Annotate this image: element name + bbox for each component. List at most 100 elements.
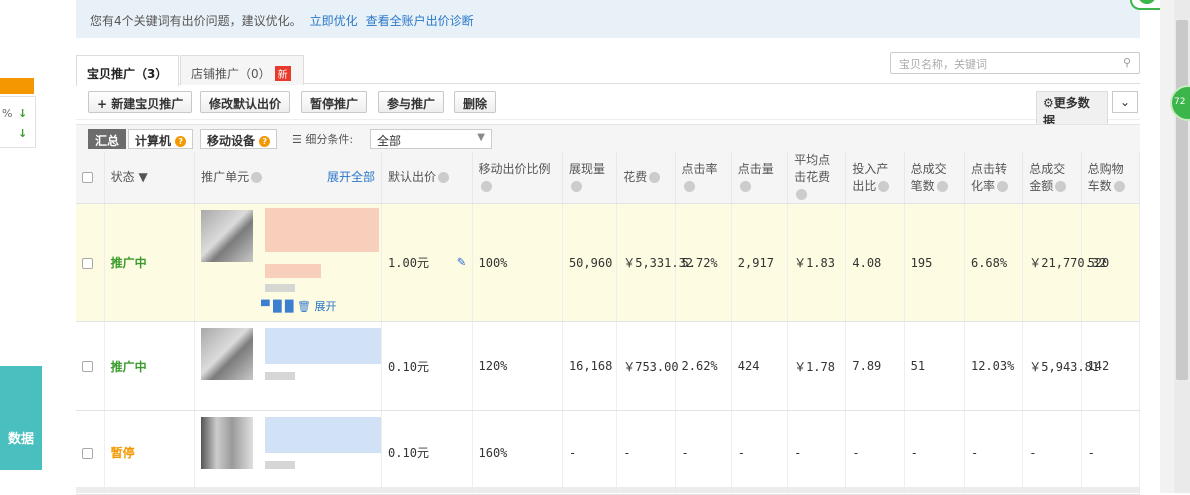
- segment-pc[interactable]: 计算机 ?: [128, 129, 194, 149]
- help-icon[interactable]: [251, 172, 263, 183]
- tab-bar: 宝贝推广（3） 店铺推广（0）新 宝贝名称，关键词 ⚲: [76, 52, 1140, 86]
- floating-badge-number: 72: [1174, 97, 1186, 107]
- avg-cpc-header[interactable]: 平均点击花费: [787, 152, 847, 204]
- bid-diagnosis-link[interactable]: 查看全账户出价诊断: [366, 14, 474, 28]
- help-icon[interactable]: [796, 189, 808, 200]
- trash-icon[interactable]: 🗑: [297, 300, 311, 313]
- pause-promotion-button[interactable]: 暂停推广: [301, 91, 368, 113]
- help-icon[interactable]: [936, 180, 948, 192]
- cart-value: -: [1087, 445, 1095, 460]
- status-header[interactable]: 状态 ▼: [104, 152, 196, 204]
- ctr-cell: 2.62%: [675, 321, 732, 411]
- segment-mobile[interactable]: 移动设备 ?: [200, 129, 278, 149]
- condition-label: ☰ 细分条件:: [292, 131, 353, 147]
- ratio-cell: 160%: [472, 410, 563, 495]
- cart-value: 142: [1087, 359, 1110, 373]
- caret-down-icon: ▼: [138, 170, 148, 184]
- mobile-ratio-header[interactable]: 移动出价比例: [472, 152, 563, 204]
- cost-value: -: [623, 445, 631, 460]
- help-icon[interactable]: ?: [259, 136, 271, 147]
- product-thumbnail[interactable]: [201, 417, 254, 469]
- clicks-value: 2,917: [737, 255, 774, 270]
- edit-icon[interactable]: ▀: [261, 300, 269, 313]
- ratio-value: 120%: [478, 359, 508, 373]
- delete-button[interactable]: 删除: [454, 91, 497, 113]
- row-checkbox[interactable]: [82, 257, 93, 269]
- blurred-price: [265, 264, 322, 278]
- optimize-now-link[interactable]: 立即优化: [310, 14, 358, 28]
- unit-header-label: 推广单元: [201, 170, 250, 184]
- table-row[interactable]: 暂停 0.10元 160% - - - - - - - - - -: [76, 410, 1141, 495]
- impressions-header[interactable]: 展现量: [562, 152, 618, 204]
- more-dropdown-toggle[interactable]: ⌄: [1112, 91, 1138, 113]
- help-icon[interactable]: [570, 180, 582, 192]
- tab-shop-promotion[interactable]: 店铺推广（0）新: [180, 55, 304, 85]
- search-icon[interactable]: ⚲: [1123, 56, 1131, 69]
- help-icon[interactable]: [683, 180, 695, 192]
- gmv-cell: -: [1022, 410, 1082, 495]
- unit-cell: [194, 321, 383, 411]
- roi-cell: 7.89: [845, 321, 905, 411]
- product-thumbnail[interactable]: [201, 210, 254, 262]
- ctr-header[interactable]: 点击率: [675, 152, 732, 204]
- trend-label: %: [2, 107, 13, 120]
- help-icon[interactable]: [1113, 180, 1125, 192]
- unit-actions: ▀ █ █ 🗑 展开: [261, 298, 336, 314]
- unit-cell: [194, 410, 383, 495]
- blurred-title: [265, 208, 380, 252]
- cost-header[interactable]: 花费: [616, 152, 676, 204]
- header-label: 点击量: [737, 161, 774, 176]
- ratio-value: 160%: [478, 445, 508, 460]
- expand-link[interactable]: 展开: [314, 300, 336, 313]
- row-checkbox[interactable]: [82, 361, 93, 372]
- conv-rate-header[interactable]: 点击转化率: [964, 152, 1024, 204]
- help-icon[interactable]: [649, 172, 661, 183]
- chart-icon[interactable]: █: [273, 300, 281, 313]
- join-promotion-button[interactable]: 参与推广: [378, 91, 445, 113]
- segment-summary[interactable]: 汇总: [88, 129, 127, 149]
- expand-all-link[interactable]: 展开全部: [327, 169, 375, 186]
- cart-header[interactable]: 总购物车数: [1081, 152, 1141, 204]
- product-thumbnail[interactable]: [201, 328, 254, 380]
- scrollbar-thumb[interactable]: [1176, 20, 1188, 380]
- help-icon[interactable]: [438, 172, 450, 183]
- roi-cell: 4.08: [845, 203, 905, 322]
- select-all-checkbox[interactable]: [82, 172, 93, 183]
- arrow-down-icon: ↓: [18, 107, 28, 120]
- cpc-value: -: [794, 445, 802, 460]
- gmv-header[interactable]: 总成交金额: [1022, 152, 1082, 204]
- tab-item-promotion[interactable]: 宝贝推广（3）: [76, 55, 179, 86]
- orders-cell: -: [904, 410, 965, 495]
- table-row[interactable]: 推广中 0.10元 120% 16,168 ￥753.00 2.62% 424 …: [76, 321, 1141, 411]
- cpc-cell: -: [787, 410, 847, 495]
- edit-default-bid-button[interactable]: 修改默认出价: [200, 91, 291, 113]
- button-label: 修改默认出价: [209, 97, 282, 111]
- clicks-header[interactable]: 点击量: [731, 152, 789, 204]
- orders-header[interactable]: 总成交笔数: [904, 152, 965, 204]
- status-header-label: 状态: [110, 170, 135, 184]
- condition-select[interactable]: 全部 ▼: [370, 129, 492, 149]
- sidebar-data-tab[interactable]: 数据: [0, 366, 42, 470]
- help-icon[interactable]: [480, 180, 492, 192]
- pencil-icon[interactable]: ✎: [457, 254, 465, 270]
- sidebar-trend-box: % ↓ ↓: [0, 96, 36, 148]
- search-input[interactable]: 宝贝名称，关键词 ⚲: [890, 52, 1140, 74]
- help-icon[interactable]: [996, 180, 1008, 192]
- table-row[interactable]: 推广中 ▀ █ █ 🗑 展开 1.00元 ✎ 100% 50,960 ￥5,33…: [76, 203, 1141, 322]
- copy-icon[interactable]: █: [285, 300, 293, 313]
- filter-bar: 汇总 计算机 ? 移动设备 ? ☰ 细分条件: 全部 ▼: [76, 124, 1140, 152]
- new-item-promotion-button[interactable]: + 新建宝贝推广: [88, 91, 193, 113]
- roi-header[interactable]: 投入产出比: [845, 152, 905, 204]
- help-icon[interactable]: [878, 180, 890, 192]
- conv-value: 6.68%: [970, 255, 1008, 270]
- help-icon[interactable]: ?: [175, 136, 187, 147]
- help-icon[interactable]: [1055, 180, 1067, 192]
- orders-value: -: [910, 445, 918, 460]
- help-icon[interactable]: [739, 180, 751, 192]
- ctr-value: 2.62%: [681, 359, 718, 373]
- unit-cell: ▀ █ █ 🗑 展开: [194, 203, 383, 322]
- promotion-unit: [201, 322, 382, 410]
- default-bid-header[interactable]: 默认出价: [381, 152, 473, 204]
- row-checkbox[interactable]: [82, 447, 93, 459]
- promotion-table: 状态 ▼ 推广单元 展开全部 默认出价 移动出价比例 展现量 花费 点击率 点击量…: [76, 152, 1141, 495]
